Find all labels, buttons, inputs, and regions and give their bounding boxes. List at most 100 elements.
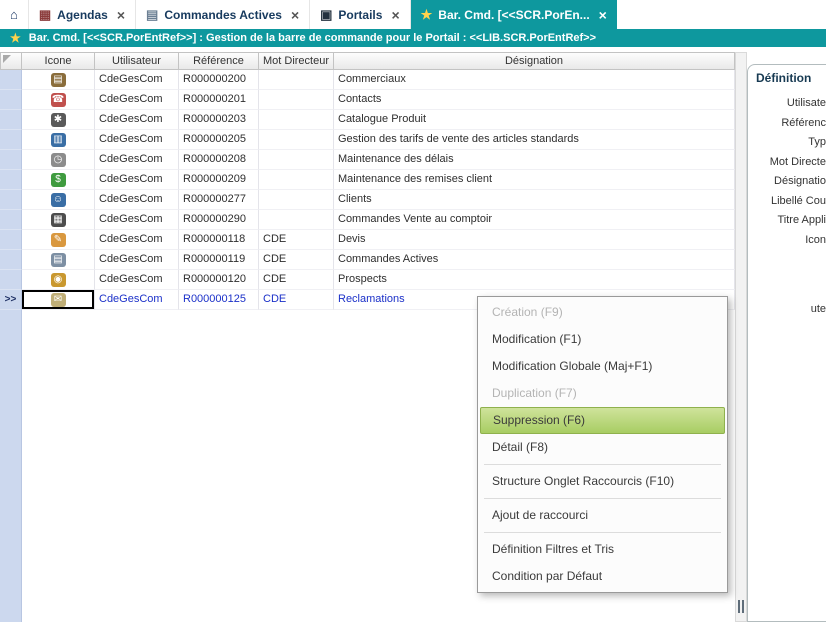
select-all-header-cell[interactable] bbox=[0, 52, 22, 70]
cell-reference: R000000203 bbox=[179, 110, 259, 130]
close-tab-icon[interactable]: × bbox=[599, 7, 607, 23]
table-row[interactable]: ✎ CdeGesCom R000000118 CDE Devis bbox=[0, 230, 735, 250]
cell-utilisateur: CdeGesCom bbox=[95, 270, 179, 290]
cell-utilisateur: CdeGesCom bbox=[95, 250, 179, 270]
menu-item-modification[interactable]: Modification (F1) bbox=[480, 326, 725, 353]
menu-item-suppression[interactable]: Suppression (F6) bbox=[480, 407, 725, 434]
star-icon: ★ bbox=[421, 8, 433, 21]
menu-separator bbox=[484, 532, 721, 533]
row-marker bbox=[0, 90, 22, 110]
cell-designation: Catalogue Produit bbox=[334, 110, 735, 130]
home-icon: ⌂ bbox=[10, 8, 18, 21]
clipboard-icon: ▤ bbox=[146, 8, 158, 21]
close-tab-icon[interactable]: × bbox=[117, 7, 125, 23]
menu-item-modification-globale[interactable]: Modification Globale (Maj+F1) bbox=[480, 353, 725, 380]
cell-reference: R000000208 bbox=[179, 150, 259, 170]
panel-field-label: Libellé Cou bbox=[747, 192, 826, 212]
row-marker bbox=[0, 250, 22, 270]
application-window: ⌂ ▦ Agendas × ▤ Commandes Actives × ▣ Po… bbox=[0, 0, 826, 630]
cell-reference: R000000201 bbox=[179, 90, 259, 110]
prospects-icon: ◉ bbox=[51, 273, 66, 287]
menu-item-definition-filtres-et-tris[interactable]: Définition Filtres et Tris bbox=[480, 536, 725, 563]
menu-item-ajout-de-raccourci[interactable]: Ajout de raccourci bbox=[480, 502, 725, 529]
close-tab-icon[interactable]: × bbox=[391, 7, 399, 23]
cell-designation: Gestion des tarifs de vente des articles… bbox=[334, 130, 735, 150]
row-marker bbox=[0, 190, 22, 210]
tab-bar-cmd[interactable]: ★ Bar. Cmd. [<<SCR.PorEn... × bbox=[411, 0, 617, 29]
cell-reference: R000000200 bbox=[179, 70, 259, 90]
panel-field-label: Utilisate bbox=[747, 94, 826, 114]
column-header-reference[interactable]: Référence bbox=[179, 52, 259, 70]
context-menu: Création (F9)Modification (F1)Modificati… bbox=[477, 296, 728, 593]
row-marker bbox=[0, 110, 22, 130]
cell-mot-directeur bbox=[259, 110, 334, 130]
clipped-label: ute bbox=[747, 303, 826, 315]
row-marker bbox=[0, 150, 22, 170]
cell-mot-directeur bbox=[259, 130, 334, 150]
cell-mot-directeur bbox=[259, 90, 334, 110]
tab-label: Portails bbox=[338, 8, 382, 22]
tab-commandes-actives[interactable]: ▤ Commandes Actives × bbox=[136, 0, 310, 29]
row-marker bbox=[0, 230, 22, 250]
menu-separator bbox=[484, 498, 721, 499]
cell-reference: R000000277 bbox=[179, 190, 259, 210]
menu-item-duplication: Duplication (F7) bbox=[480, 380, 725, 407]
cell-utilisateur: CdeGesCom bbox=[95, 130, 179, 150]
client-icon: ☺ bbox=[51, 193, 66, 207]
tab-portails[interactable]: ▣ Portails × bbox=[310, 0, 411, 29]
panel-field-label: Titre Appli bbox=[747, 211, 826, 231]
dollar-icon: $ bbox=[51, 173, 66, 187]
row-icon-cell: ✎ bbox=[22, 230, 95, 250]
clock-icon: ◷ bbox=[51, 153, 66, 167]
column-header-mot-directeur[interactable]: Mot Directeur bbox=[259, 52, 334, 70]
table-row[interactable]: ▥ CdeGesCom R000000205 Gestion des tarif… bbox=[0, 130, 735, 150]
cell-mot-directeur bbox=[259, 170, 334, 190]
close-tab-icon[interactable]: × bbox=[291, 7, 299, 23]
table-row[interactable]: ☺ CdeGesCom R000000277 Clients bbox=[0, 190, 735, 210]
table-row[interactable]: ☎ CdeGesCom R000000201 Contacts bbox=[0, 90, 735, 110]
splitter-grip-icon[interactable] bbox=[738, 600, 744, 613]
row-icon-cell: ◉ bbox=[22, 270, 95, 290]
tab-home[interactable]: ⌂ bbox=[0, 0, 29, 29]
panel-field-label: Icon bbox=[747, 231, 826, 251]
column-header-designation[interactable]: Désignation bbox=[334, 52, 735, 70]
table-row[interactable]: ✱ CdeGesCom R000000203 Catalogue Produit bbox=[0, 110, 735, 130]
tab-label: Commandes Actives bbox=[164, 8, 282, 22]
table-row[interactable]: ▤ CdeGesCom R000000119 CDE Commandes Act… bbox=[0, 250, 735, 270]
menu-item-detail[interactable]: Détail (F8) bbox=[480, 434, 725, 461]
vertical-scrollbar[interactable] bbox=[735, 52, 747, 622]
row-icon-cell: ▦ bbox=[22, 210, 95, 230]
folder-icon: ✉ bbox=[51, 293, 66, 307]
cell-reference: R000000209 bbox=[179, 170, 259, 190]
panel-field-label: Référenc bbox=[747, 114, 826, 134]
cell-designation: Commandes Vente au comptoir bbox=[334, 210, 735, 230]
table-row[interactable]: ◉ CdeGesCom R000000120 CDE Prospects bbox=[0, 270, 735, 290]
cell-designation: Maintenance des délais bbox=[334, 150, 735, 170]
menu-item-structure-onglet-raccourcis[interactable]: Structure Onglet Raccourcis (F10) bbox=[480, 468, 725, 495]
cell-reference: R000000120 bbox=[179, 270, 259, 290]
cell-utilisateur: CdeGesCom bbox=[95, 190, 179, 210]
grid-header: Icone Utilisateur Référence Mot Directeu… bbox=[0, 52, 735, 70]
table-row[interactable]: $ CdeGesCom R000000209 Maintenance des r… bbox=[0, 170, 735, 190]
panel-field-labels: UtilisateRéférencTypMot DirecteDésignati… bbox=[747, 94, 826, 250]
row-marker: >> bbox=[0, 290, 22, 310]
row-icon-cell: ☎ bbox=[22, 90, 95, 110]
column-header-icone[interactable]: Icone bbox=[22, 52, 95, 70]
cell-reference: R000000290 bbox=[179, 210, 259, 230]
panel-field-label: Désignatio bbox=[747, 172, 826, 192]
menu-item-condition-par-defaut[interactable]: Condition par Défaut bbox=[480, 563, 725, 590]
table-row[interactable]: ▤ CdeGesCom R000000200 Commerciaux bbox=[0, 70, 735, 90]
row-icon-cell: ▤ bbox=[22, 70, 95, 90]
tab-agendas[interactable]: ▦ Agendas × bbox=[29, 0, 136, 29]
organizer-icon: ▤ bbox=[51, 73, 66, 87]
table-row[interactable]: ◷ CdeGesCom R000000208 Maintenance des d… bbox=[0, 150, 735, 170]
table-row[interactable]: ▦ CdeGesCom R000000290 Commandes Vente a… bbox=[0, 210, 735, 230]
cell-utilisateur: CdeGesCom bbox=[95, 90, 179, 110]
select-all-triangle-icon bbox=[3, 55, 11, 63]
menu-separator bbox=[484, 464, 721, 465]
tab-label: Agendas bbox=[57, 8, 108, 22]
contacts-icon: ☎ bbox=[51, 93, 66, 107]
cell-mot-directeur bbox=[259, 190, 334, 210]
cell-utilisateur: CdeGesCom bbox=[95, 290, 179, 310]
column-header-utilisateur[interactable]: Utilisateur bbox=[95, 52, 179, 70]
